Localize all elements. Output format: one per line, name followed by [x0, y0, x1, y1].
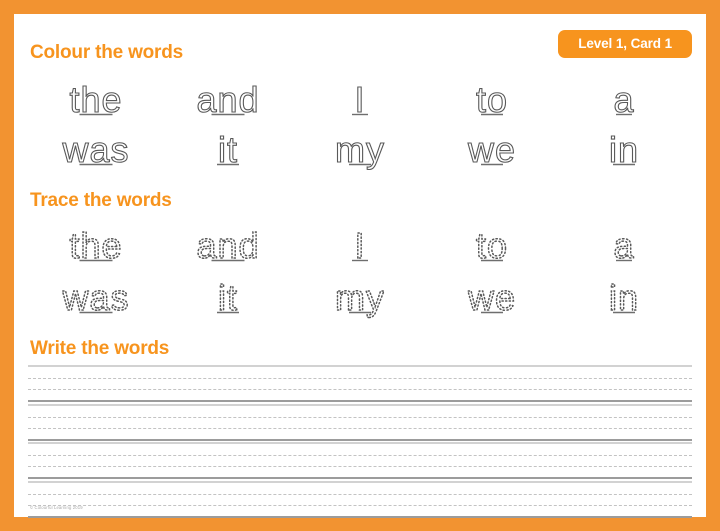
word-glyph: we — [466, 128, 515, 170]
word-glyph: was — [61, 128, 129, 170]
writing-rule — [28, 480, 692, 483]
word-item: was — [30, 124, 162, 176]
writing-lines-area[interactable] — [28, 365, 692, 519]
word-glyph: I — [352, 78, 368, 121]
word-item: my — [294, 272, 426, 324]
word-item: I — [294, 220, 426, 272]
word-glyph: in — [608, 276, 639, 319]
word-item: I — [294, 74, 426, 126]
word-item: in — [558, 124, 690, 176]
writing-rule — [28, 378, 692, 379]
word-glyph: and — [196, 78, 259, 120]
word-glyph: in — [608, 128, 638, 170]
word-item: my — [294, 124, 426, 176]
word-item: and — [162, 74, 294, 126]
word-item: in — [558, 272, 690, 324]
word-glyph: my — [334, 128, 384, 170]
word-glyph: the — [69, 78, 122, 120]
word-item: we — [426, 272, 558, 324]
writing-rule — [28, 400, 692, 402]
worksheet-card: Colour the words Level 1, Card 1 the and I… — [14, 14, 706, 519]
writing-rule — [28, 365, 692, 367]
word-glyph: the — [69, 224, 123, 267]
level-card-badge: Level 1, Card 1 — [558, 30, 692, 58]
copyright-notice: © Colourful Learning 2019 — [30, 505, 83, 510]
word-glyph: to — [475, 78, 507, 120]
writing-rule — [28, 403, 692, 406]
word-row-colour-2: was it my we in — [30, 124, 690, 176]
writing-rule — [28, 493, 692, 495]
section-heading-write: Write the words — [30, 338, 170, 359]
word-item: to — [426, 220, 558, 272]
writing-rule — [28, 455, 692, 456]
word-item: and — [162, 220, 294, 272]
word-glyph: and — [196, 224, 260, 267]
word-glyph: a — [613, 224, 635, 267]
writing-rule — [28, 515, 692, 518]
writing-rule — [28, 442, 692, 444]
writing-rule — [28, 438, 692, 441]
writing-rule — [28, 466, 692, 467]
writing-rule — [28, 477, 692, 479]
word-glyph: a — [613, 78, 634, 120]
word-item: the — [30, 220, 162, 272]
writing-rule — [28, 389, 692, 390]
word-item: to — [426, 74, 558, 126]
writing-line-group[interactable] — [28, 442, 692, 481]
writing-rule — [28, 504, 692, 506]
word-row-trace-1: the and Ito a — [30, 220, 690, 272]
word-glyph: to — [475, 224, 508, 267]
writing-rule — [28, 416, 692, 418]
word-item: the — [30, 74, 162, 126]
word-item: it — [162, 272, 294, 324]
section-heading-colour: Colour the words — [30, 42, 184, 63]
word-item: a — [558, 74, 690, 126]
word-glyph: my — [334, 276, 385, 319]
word-glyph: it — [217, 128, 239, 171]
word-row-trace-2: was it my we in — [30, 272, 690, 324]
word-item: was — [30, 272, 162, 324]
writing-line-group[interactable] — [28, 365, 692, 404]
section-heading-trace: Trace the words — [30, 190, 172, 211]
word-glyph: it — [217, 276, 239, 319]
word-item: a — [558, 220, 690, 272]
writing-line-group[interactable] — [28, 403, 692, 443]
word-glyph: we — [466, 276, 516, 319]
word-item: we — [426, 124, 558, 176]
word-glyph: was — [61, 276, 130, 319]
word-glyph: I — [352, 224, 368, 267]
word-item: it — [162, 124, 294, 176]
word-row-colour-1: the and Ito a — [30, 74, 690, 126]
writing-line-group[interactable] — [28, 480, 692, 520]
writing-rule — [28, 427, 692, 429]
